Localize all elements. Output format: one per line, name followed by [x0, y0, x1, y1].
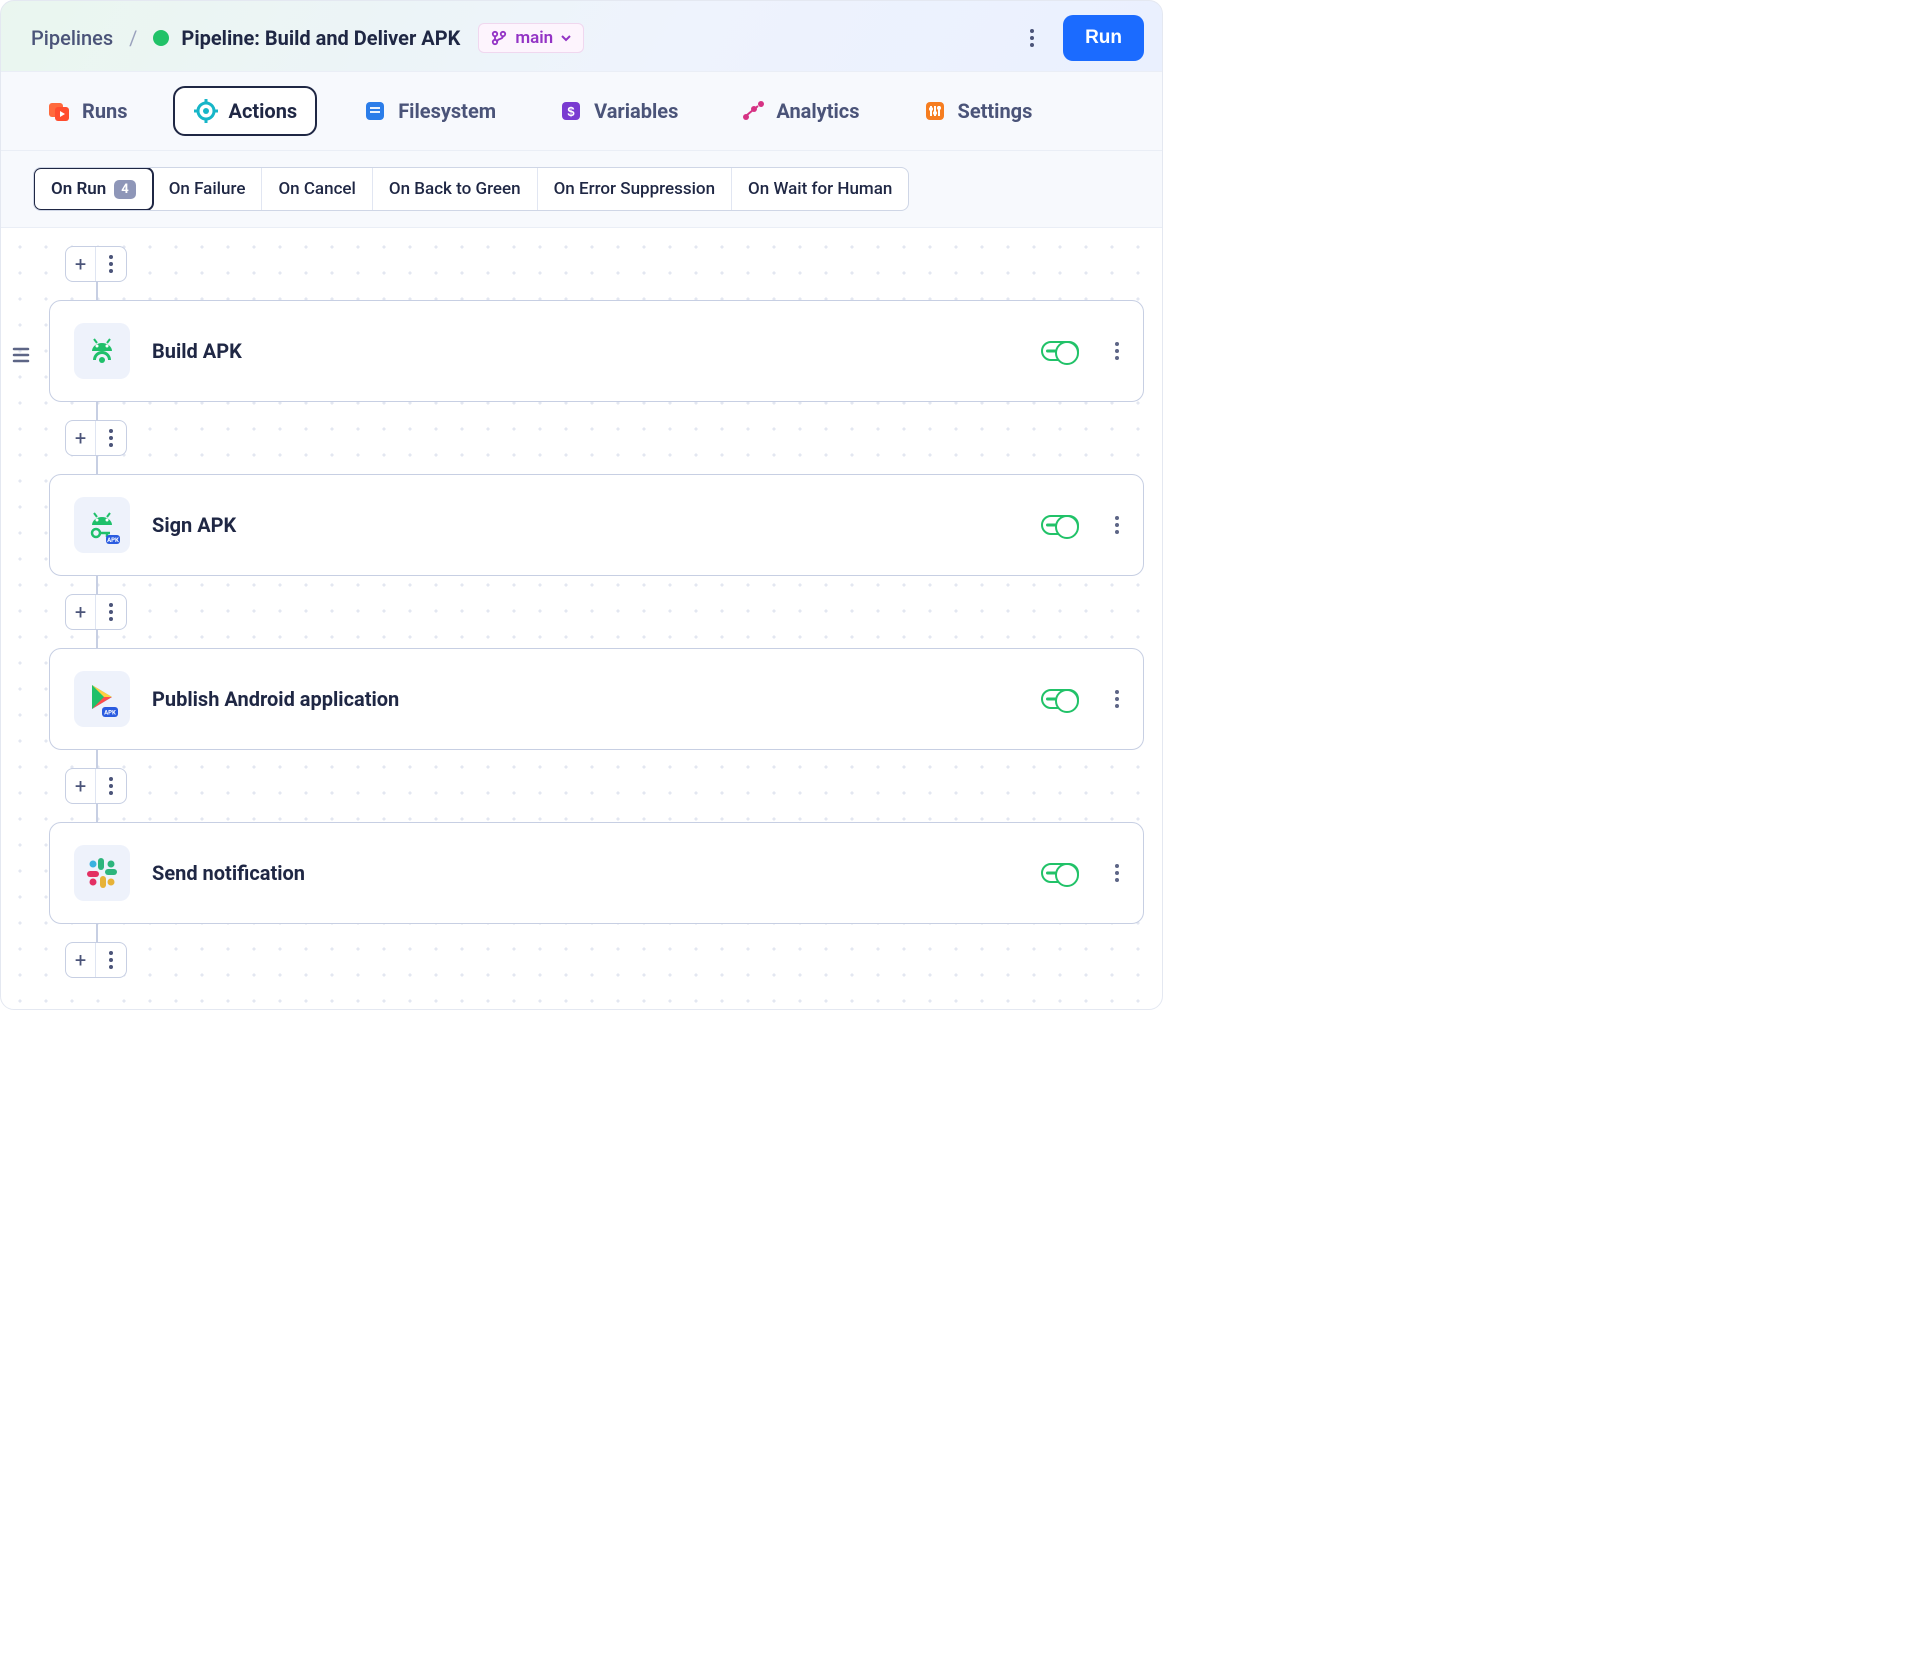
trigger-on-cancel[interactable]: On Cancel: [262, 168, 372, 210]
trigger-on-back-to-green[interactable]: On Back to Green: [373, 168, 538, 210]
pipeline-canvas: + Build APK +: [1, 228, 1162, 1009]
action-menu-button[interactable]: [1115, 342, 1119, 360]
action-menu-button[interactable]: [1115, 690, 1119, 708]
svg-text:$: $: [567, 104, 575, 119]
add-action-button[interactable]: +: [65, 768, 127, 804]
trigger-group: On Run 4 On Failure On Cancel On Back to…: [33, 167, 909, 211]
trigger-label: On Cancel: [278, 179, 355, 199]
action-menu-button[interactable]: [1115, 864, 1119, 882]
action-enable-toggle[interactable]: [1041, 341, 1079, 361]
trigger-bar: On Run 4 On Failure On Cancel On Back to…: [1, 151, 1162, 228]
action-title: Sign APK: [152, 513, 1019, 537]
add-action-button[interactable]: +: [65, 594, 127, 630]
action-card-publish-android[interactable]: APK Publish Android application: [49, 648, 1144, 750]
tab-label: Runs: [82, 99, 128, 123]
trigger-label: On Run: [51, 179, 106, 199]
trigger-label: On Error Suppression: [554, 179, 715, 199]
plus-icon: +: [66, 769, 96, 803]
add-action-button[interactable]: +: [65, 246, 127, 282]
tab-label: Analytics: [776, 99, 859, 123]
trigger-on-error-suppression[interactable]: On Error Suppression: [538, 168, 732, 210]
tab-settings[interactable]: Settings: [905, 89, 1050, 133]
tab-label: Actions: [229, 99, 298, 123]
plus-icon: +: [66, 943, 96, 977]
breadcrumb-root[interactable]: Pipelines: [31, 26, 113, 50]
kebab-icon[interactable]: [96, 595, 126, 629]
plus-icon: +: [66, 247, 96, 281]
kebab-icon[interactable]: [96, 769, 126, 803]
tab-label: Variables: [594, 99, 678, 123]
trigger-label: On Wait for Human: [748, 179, 892, 199]
kebab-icon: [1030, 29, 1034, 47]
actions-icon: [193, 98, 219, 124]
tab-label: Settings: [958, 99, 1033, 123]
add-action-button[interactable]: +: [65, 942, 127, 978]
chevron-down-icon: [561, 34, 571, 42]
variables-icon: $: [558, 98, 584, 124]
tab-analytics[interactable]: Analytics: [723, 89, 876, 133]
android-sign-icon: APK: [74, 497, 130, 553]
pipeline-status-icon: [153, 30, 169, 46]
filesystem-icon: [362, 98, 388, 124]
trigger-count-badge: 4: [114, 180, 135, 199]
play-store-icon: APK: [74, 671, 130, 727]
kebab-icon[interactable]: [96, 421, 126, 455]
action-card-build-apk[interactable]: Build APK: [49, 300, 1144, 402]
header-bar: Pipelines / Pipeline: Build and Deliver …: [1, 1, 1162, 71]
trigger-label: On Back to Green: [389, 179, 521, 199]
tabs-bar: Runs Actions Filesystem $ Variables Anal…: [1, 71, 1162, 151]
tab-actions[interactable]: Actions: [173, 86, 318, 136]
add-action-button[interactable]: +: [65, 420, 127, 456]
action-title: Send notification: [152, 861, 1019, 885]
action-enable-toggle[interactable]: [1041, 515, 1079, 535]
tab-filesystem[interactable]: Filesystem: [345, 89, 513, 133]
run-button[interactable]: Run: [1063, 15, 1144, 61]
action-menu-button[interactable]: [1115, 516, 1119, 534]
action-card-sign-apk[interactable]: APK Sign APK: [49, 474, 1144, 576]
header-menu-button[interactable]: [1013, 19, 1051, 57]
action-enable-toggle[interactable]: [1041, 863, 1079, 883]
action-enable-toggle[interactable]: [1041, 689, 1079, 709]
action-card-send-notification[interactable]: Send notification: [49, 822, 1144, 924]
kebab-icon[interactable]: [96, 247, 126, 281]
runs-icon: [46, 98, 72, 124]
page-title: Pipeline: Build and Deliver APK: [181, 26, 460, 50]
app-window: Pipelines / Pipeline: Build and Deliver …: [0, 0, 1163, 1010]
action-title: Publish Android application: [152, 687, 1019, 711]
slack-icon: [74, 845, 130, 901]
kebab-icon[interactable]: [96, 943, 126, 977]
tab-variables[interactable]: $ Variables: [541, 89, 695, 133]
android-build-icon: [74, 323, 130, 379]
git-branch-icon: [491, 30, 507, 46]
trigger-on-run[interactable]: On Run 4: [33, 167, 154, 211]
trigger-on-wait-for-human[interactable]: On Wait for Human: [732, 168, 908, 210]
action-title: Build APK: [152, 339, 1019, 363]
tab-runs[interactable]: Runs: [29, 89, 145, 133]
plus-icon: +: [66, 421, 96, 455]
drag-handle-icon[interactable]: [11, 346, 31, 368]
branch-selector[interactable]: main: [478, 23, 584, 53]
settings-icon: [922, 98, 948, 124]
action-column: + Build APK +: [49, 246, 1162, 978]
branch-label: main: [515, 28, 553, 48]
trigger-label: On Failure: [169, 179, 246, 199]
tab-label: Filesystem: [398, 99, 496, 123]
svg-text:APK: APK: [104, 710, 116, 717]
breadcrumb-separator: /: [125, 26, 141, 50]
svg-text:APK: APK: [107, 537, 119, 544]
plus-icon: +: [66, 595, 96, 629]
analytics-icon: [740, 98, 766, 124]
trigger-on-failure[interactable]: On Failure: [153, 168, 263, 210]
